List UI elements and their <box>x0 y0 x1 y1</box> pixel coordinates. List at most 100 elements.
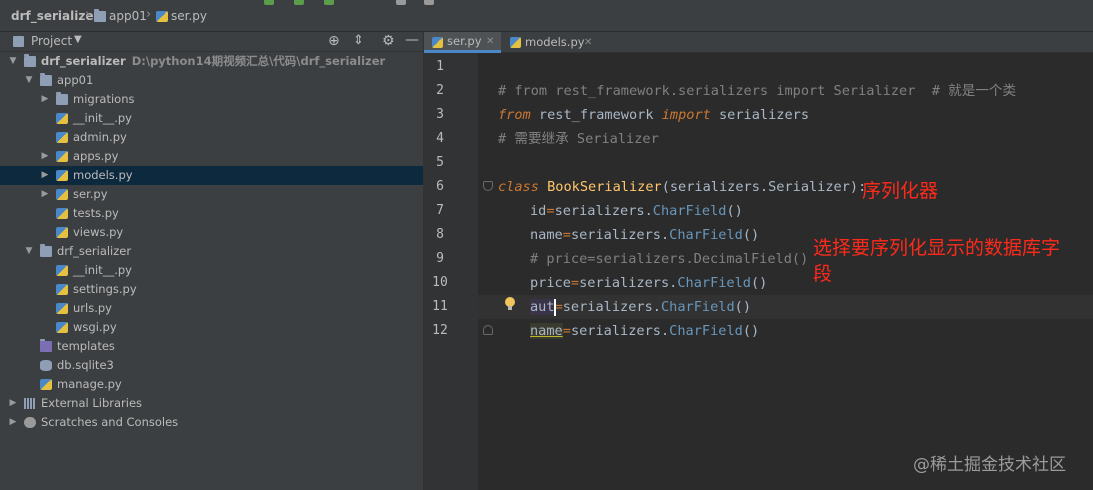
tree-item-label: views.py <box>73 225 124 239</box>
tree-item-scratches[interactable]: ▶ Scratches and Consoles <box>0 413 424 432</box>
tree-item-db-sqlite3[interactable]: db.sqlite3 <box>0 356 424 375</box>
python-file-icon <box>56 284 68 295</box>
tree-item-label: manage.py <box>57 377 122 391</box>
field-name: name <box>530 323 563 339</box>
debug-button[interactable] <box>294 0 304 5</box>
keyword: class <box>498 179 539 195</box>
scratch-icon <box>24 417 36 428</box>
tree-item-tests-py[interactable]: tests.py <box>0 204 424 223</box>
line-number: 8 <box>436 227 444 242</box>
text-caret <box>554 299 556 316</box>
line-number: 11 <box>432 299 448 314</box>
tab-label: models.py <box>525 35 585 49</box>
tree-item-wsgi-py[interactable]: wsgi.py <box>0 318 424 337</box>
run-button[interactable] <box>264 0 274 5</box>
call-parens: () <box>742 227 760 243</box>
lightbulb-icon[interactable] <box>505 297 515 310</box>
editor-tab-bar: ser.py ✕ models.py ✕ <box>424 32 1093 53</box>
collapsed-arrow-icon[interactable]: ▶ <box>8 413 18 432</box>
tree-item-drf-serializer-root[interactable]: ▼ drf_serializer D:\python14期视频汇总\代码\drf_… <box>0 52 424 71</box>
tree-item-migrations[interactable]: ▶ migrations <box>0 90 424 109</box>
tree-item-manage-py[interactable]: manage.py <box>0 375 424 394</box>
tree-item-label: templates <box>57 339 115 353</box>
collapsed-arrow-icon[interactable]: ▶ <box>40 166 50 185</box>
code-line: price=serializers.CharField() <box>530 271 767 295</box>
close-icon[interactable]: ✕ <box>584 32 592 53</box>
tree-item-label: ser.py <box>73 187 108 201</box>
tree-item-views-py[interactable]: views.py <box>0 223 424 242</box>
function-call: CharField <box>669 323 743 339</box>
python-file-icon <box>56 189 68 200</box>
collapsed-arrow-icon[interactable]: ▶ <box>8 394 18 413</box>
line-number: 10 <box>432 275 448 290</box>
tree-item-app01[interactable]: ▼ app01 <box>0 71 424 90</box>
tree-item-label: db.sqlite3 <box>57 358 114 372</box>
expand-arrow-icon[interactable]: ▼ <box>8 52 18 71</box>
tree-item-external-libraries[interactable]: ▶ External Libraries <box>0 394 424 413</box>
collapse-all-icon[interactable]: ⇕ <box>353 33 364 48</box>
tree-item-templates[interactable]: templates <box>0 337 424 356</box>
tree-item-label: Scratches and Consoles <box>41 415 179 429</box>
tree-item-label: __init__.py <box>73 263 132 277</box>
function-call: CharField <box>652 203 727 219</box>
tree-item-settings-py[interactable]: settings.py <box>0 280 424 299</box>
code-line: id=serializers.CharField() <box>530 199 743 223</box>
python-file-icon <box>56 303 68 314</box>
folder-icon <box>40 244 52 257</box>
code-line: # 需要继承 Serializer <box>498 131 659 147</box>
call-parens: () <box>751 275 768 291</box>
breadcrumb-folder[interactable]: app01 <box>109 9 147 23</box>
stop-button[interactable] <box>396 0 406 5</box>
gear-icon[interactable]: ⚙ <box>382 33 395 49</box>
fold-marker-icon[interactable] <box>483 325 493 335</box>
tab-label: ser.py <box>447 34 482 48</box>
tree-item-init-py[interactable]: __init__.py <box>0 109 424 128</box>
python-file-icon <box>56 132 68 143</box>
coverage-button[interactable] <box>324 0 334 5</box>
breadcrumb-file[interactable]: ser.py <box>171 9 207 23</box>
chevron-down-icon[interactable]: ▼ <box>74 34 82 45</box>
operator: = <box>562 227 571 243</box>
code-line: from rest_framework import serializers <box>498 103 809 127</box>
annotation-serializer: 序列化器 <box>862 180 939 202</box>
tab-models-py[interactable]: models.py ✕ <box>502 32 602 53</box>
minimize-icon[interactable]: — <box>405 32 419 48</box>
code-line: name=serializers.CharField() <box>530 223 759 247</box>
crosshair-icon[interactable]: ⊕ <box>328 33 340 49</box>
build-button[interactable] <box>424 0 434 5</box>
tab-ser-py[interactable]: ser.py ✕ <box>424 32 501 53</box>
python-file-icon <box>56 227 68 238</box>
line-number: 4 <box>436 131 444 146</box>
collapsed-arrow-icon[interactable]: ▶ <box>40 147 50 166</box>
folder-icon <box>40 339 52 352</box>
tree-item-label: admin.py <box>73 130 127 144</box>
tree-item-label: models.py <box>73 168 133 182</box>
tree-item-label: External Libraries <box>41 396 143 410</box>
module-ref: serializers. <box>554 203 653 219</box>
collapsed-arrow-icon[interactable]: ▶ <box>40 185 50 204</box>
class-name: BookSerializer <box>538 179 662 195</box>
tree-item-init-py[interactable]: __init__.py <box>0 261 424 280</box>
breadcrumb-separator: › <box>85 7 91 22</box>
tree-item-apps-py[interactable]: ▶ apps.py <box>0 147 424 166</box>
tree-item-models-py[interactable]: ▶ models.py <box>0 166 424 185</box>
tree-item-urls-py[interactable]: urls.py <box>0 299 424 318</box>
tree-item-drf-serializer-package[interactable]: ▼ drf_serializer <box>0 242 424 261</box>
close-icon[interactable]: ✕ <box>486 32 494 51</box>
code-line: name=serializers.CharField() <box>530 319 759 343</box>
import-name: serializers <box>710 107 810 123</box>
tree-item-admin-py[interactable]: admin.py <box>0 128 424 147</box>
tree-item-label: apps.py <box>73 149 119 163</box>
python-file-icon <box>40 379 52 390</box>
expand-arrow-icon[interactable]: ▼ <box>24 71 34 90</box>
collapsed-arrow-icon[interactable]: ▶ <box>40 90 50 109</box>
fold-marker-icon[interactable] <box>483 181 493 191</box>
project-view-selector[interactable]: Project <box>31 34 72 48</box>
line-number: 2 <box>436 83 444 98</box>
call-parens: () <box>726 203 743 219</box>
keyword: import <box>661 107 711 123</box>
expand-arrow-icon[interactable]: ▼ <box>24 242 34 261</box>
tree-item-label: app01 <box>57 73 94 87</box>
tree-item-label: migrations <box>73 92 135 106</box>
tree-item-ser-py[interactable]: ▶ ser.py <box>0 185 424 204</box>
